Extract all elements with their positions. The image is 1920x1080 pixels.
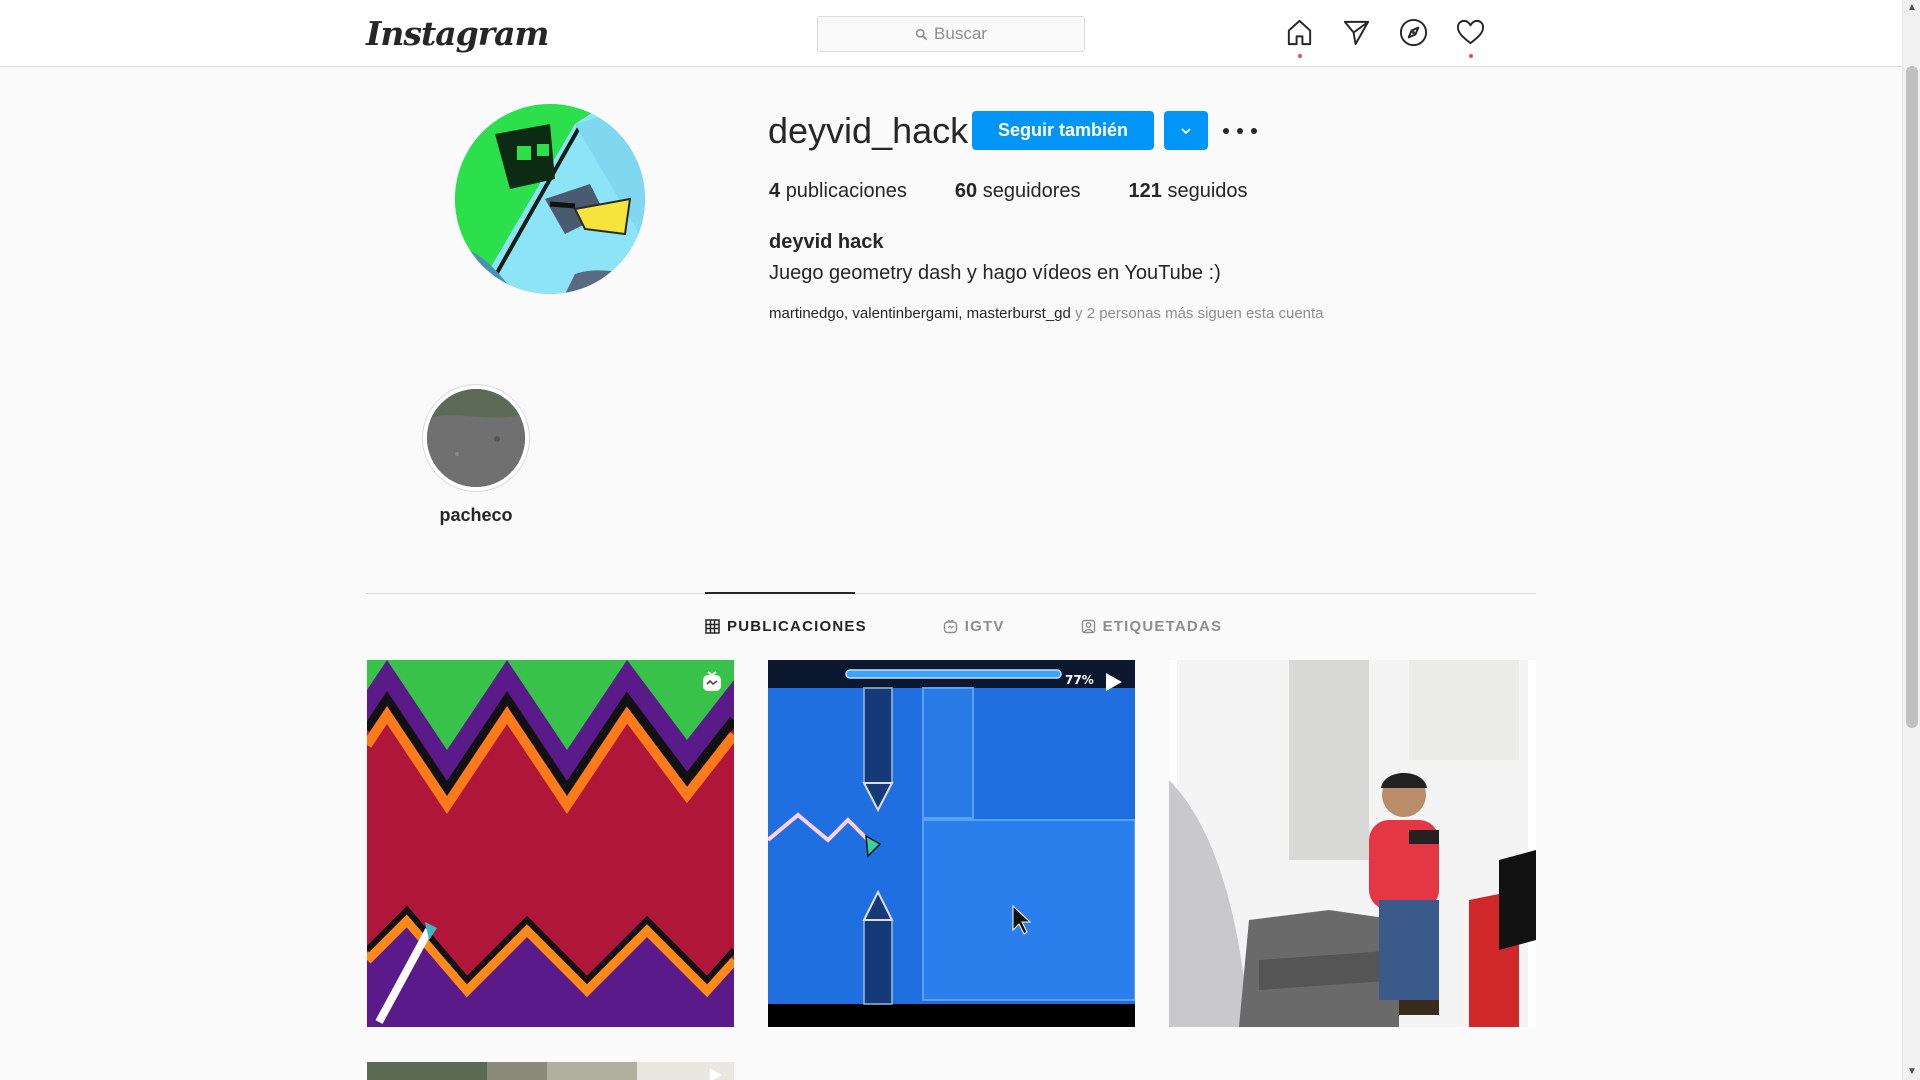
tagged-icon xyxy=(1081,619,1095,634)
profile-tabs: PUBLICACIONES IGTV ETIQUETADAS xyxy=(705,618,1222,635)
profile-full-name: deyvid hack xyxy=(769,231,884,253)
highlight-label[interactable]: pacheco xyxy=(422,505,530,526)
igtv-badge-icon xyxy=(703,671,721,691)
tab-posts[interactable]: PUBLICACIONES xyxy=(705,618,867,635)
direct-button[interactable] xyxy=(1341,17,1372,48)
profile-stats: 4 publicaciones 60 seguidores 121 seguid… xyxy=(769,180,1296,203)
following-stat[interactable]: 121 seguidos xyxy=(1129,180,1248,203)
followers-label: seguidores xyxy=(982,180,1081,202)
tab-posts-label: PUBLICACIONES xyxy=(727,618,867,635)
post-thumbnail[interactable] xyxy=(367,660,734,1027)
more-dot-icon xyxy=(1251,128,1257,134)
followed-by-user[interactable]: martinedgo xyxy=(769,305,844,322)
following-count: 121 xyxy=(1128,180,1162,202)
scrollbar-thumb[interactable] xyxy=(1906,66,1918,728)
activity-heart-icon xyxy=(1456,19,1485,45)
followed-by-user[interactable]: valentinbergami xyxy=(852,305,958,322)
tab-tagged-label: ETIQUETADAS xyxy=(1102,618,1223,635)
nav-icons xyxy=(1284,17,1486,58)
play-icon xyxy=(709,1068,722,1080)
followers-stat[interactable]: 60 seguidores xyxy=(955,180,1081,203)
progress-percent: 77% xyxy=(1065,673,1094,687)
profile-avatar[interactable] xyxy=(455,104,645,294)
activity-notification-dot xyxy=(1469,54,1473,58)
tab-igtv[interactable]: IGTV xyxy=(943,618,1005,635)
posts-label: publicaciones xyxy=(785,180,907,202)
tab-igtv-label: IGTV xyxy=(964,618,1005,635)
active-tab-indicator xyxy=(705,592,855,594)
avatar-image xyxy=(455,104,645,294)
post-image xyxy=(367,1062,734,1080)
grid-icon xyxy=(705,619,720,634)
home-notification-dot xyxy=(1298,54,1302,58)
follow-back-button[interactable]: Seguir también xyxy=(972,111,1154,150)
direct-icon xyxy=(1343,20,1370,46)
explore-icon xyxy=(1399,18,1428,47)
post-image xyxy=(367,660,734,1027)
top-navbar: Instagram Buscar xyxy=(0,0,1902,67)
following-label: seguidos xyxy=(1167,180,1248,202)
posts-stat: 4 publicaciones xyxy=(769,180,907,203)
search-placeholder: Buscar xyxy=(934,24,987,43)
tab-tagged[interactable]: ETIQUETADAS xyxy=(1081,618,1223,635)
home-button[interactable] xyxy=(1284,17,1315,58)
followed-by-user[interactable]: masterburst_gd xyxy=(967,305,1071,322)
page-scrollbar[interactable]: ▲ ▼ xyxy=(1902,0,1920,1080)
search-input[interactable]: Buscar xyxy=(817,16,1085,52)
more-dot-icon xyxy=(1223,128,1229,134)
home-icon xyxy=(1287,19,1312,46)
activity-button[interactable] xyxy=(1455,17,1486,58)
igtv-icon xyxy=(943,619,957,634)
followed-by-suffix: y 2 personas más siguen esta cuenta xyxy=(1070,305,1324,322)
post-thumbnail[interactable] xyxy=(367,1062,734,1080)
followed-by-text[interactable]: martinedgo, valentinbergami, masterburst… xyxy=(769,305,1324,322)
post-thumbnail[interactable]: 77% xyxy=(768,660,1135,1027)
followers-count: 60 xyxy=(954,180,978,202)
post-thumbnail[interactable] xyxy=(1169,660,1536,1027)
profile-username: deyvid_hack xyxy=(768,110,969,151)
profile-bio: Juego geometry dash y hago vídeos en You… xyxy=(769,262,1221,284)
more-dot-icon xyxy=(1237,128,1243,134)
highlight-cover xyxy=(427,389,525,487)
post-image xyxy=(1169,660,1536,1027)
scroll-up-icon[interactable]: ▲ xyxy=(1907,2,1917,13)
search-icon xyxy=(915,28,928,40)
tabs-divider xyxy=(366,593,1536,594)
story-highlight[interactable] xyxy=(422,384,530,492)
scroll-down-icon[interactable]: ▼ xyxy=(1907,1066,1917,1077)
suggested-dropdown-button[interactable] xyxy=(1164,111,1208,150)
chevron-down-icon xyxy=(1181,127,1191,134)
posts-count: 4 xyxy=(769,180,781,202)
explore-button[interactable] xyxy=(1398,17,1429,48)
instagram-logo[interactable]: Instagram xyxy=(366,14,549,53)
play-icon xyxy=(1106,673,1122,691)
post-image xyxy=(768,660,1135,1027)
more-options-button[interactable] xyxy=(1223,116,1257,146)
